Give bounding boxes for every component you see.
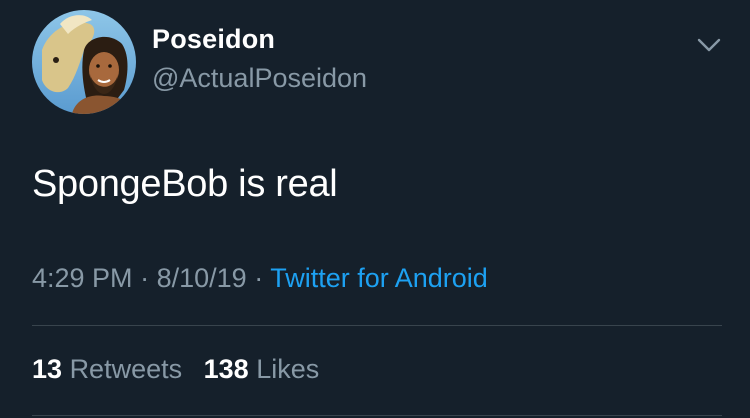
- meta-separator: ·: [140, 263, 150, 293]
- tweet-text: SpongeBob is real: [32, 163, 338, 205]
- divider: [32, 415, 722, 416]
- meta-separator: ·: [254, 263, 264, 293]
- avatar[interactable]: [32, 10, 136, 114]
- likes-count: 138: [203, 354, 249, 384]
- tweet-time[interactable]: 4:29 PM: [32, 263, 133, 293]
- chevron-down-icon[interactable]: [696, 32, 722, 58]
- tweet-metadata: 4:29 PM · 8/10/19 · Twitter for Android: [32, 263, 488, 294]
- tweet-stats: 13 Retweets 138 Likes: [32, 354, 319, 385]
- tweet-source-link[interactable]: Twitter for Android: [270, 263, 488, 293]
- retweets-label: Retweets: [69, 354, 183, 384]
- likes-stat[interactable]: 138 Likes: [204, 354, 320, 384]
- tweet-card: Poseidon @ActualPoseidon SpongeBob is re…: [0, 0, 750, 418]
- divider: [32, 325, 722, 326]
- likes-label: Likes: [256, 354, 320, 384]
- retweets-stat[interactable]: 13 Retweets: [32, 354, 190, 384]
- display-name[interactable]: Poseidon: [152, 24, 275, 55]
- tweet-date[interactable]: 8/10/19: [157, 263, 247, 293]
- retweets-count: 13: [32, 354, 63, 384]
- avatar-illustration: [32, 10, 136, 114]
- user-handle[interactable]: @ActualPoseidon: [152, 63, 367, 94]
